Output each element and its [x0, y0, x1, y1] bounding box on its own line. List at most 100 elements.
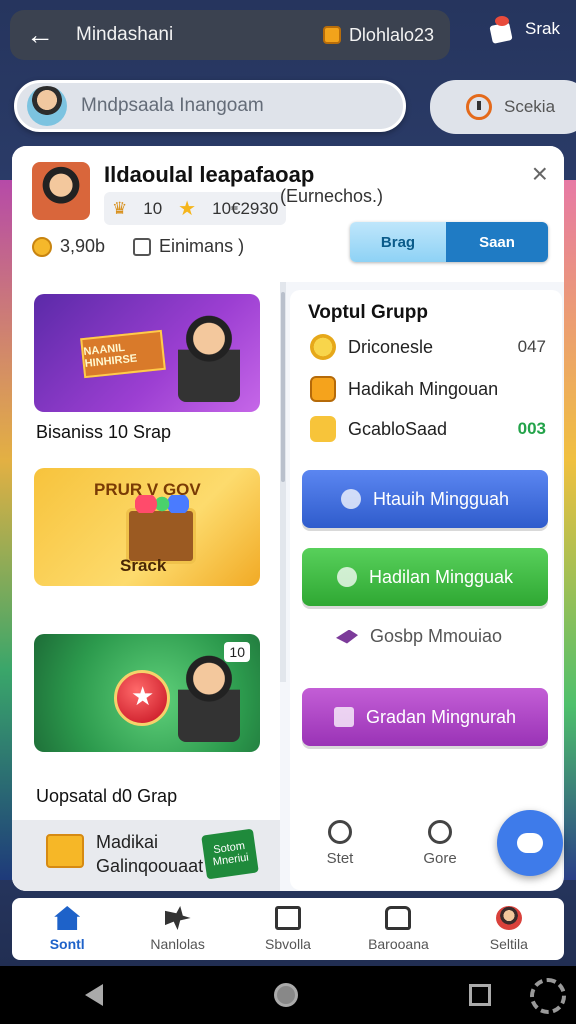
- nav-label: Seltila: [489, 936, 528, 952]
- chat-icon: [517, 833, 543, 853]
- lock-label: Einimans ): [159, 236, 245, 256]
- gift-shortcut[interactable]: Srak: [487, 14, 560, 44]
- nav-item-home[interactable]: Sontl: [12, 898, 122, 960]
- segmented-control[interactable]: Brag Saan: [350, 222, 548, 262]
- coin-balance[interactable]: Dlohlalo23: [322, 24, 434, 46]
- search-bar[interactable]: Mndpsaala Inangoam: [14, 80, 406, 132]
- game-icon: [164, 906, 191, 930]
- nav-label: Nanlolas: [150, 936, 205, 952]
- nav-label: Sontl: [49, 936, 85, 952]
- box-icon: [310, 376, 336, 402]
- purple-action-button[interactable]: Gradan Mingnurah: [302, 688, 548, 746]
- badge-score: 10€2930: [212, 198, 279, 218]
- group-item-value: 047: [517, 337, 546, 356]
- coins-value: 3,90b: [60, 236, 106, 256]
- badge-count: 10: [143, 198, 163, 218]
- panel-footer-label-1: Stet: [326, 850, 354, 867]
- home-icon: [54, 906, 81, 930]
- card-stats-badge: ♛ 10 ★ 10€2930: [104, 192, 287, 225]
- segment-option-b[interactable]: Saan: [446, 222, 548, 262]
- purple-action-label: Gradan Mingnurah: [365, 706, 517, 727]
- plane-icon: [336, 629, 358, 644]
- promo-banner: NAANIL HINHIRSE: [80, 329, 166, 379]
- timer-icon: [466, 94, 492, 120]
- user-avatar[interactable]: [27, 86, 67, 126]
- event-avatar: [32, 162, 90, 220]
- nav-label: Sbvolla: [265, 936, 311, 952]
- side-pill-label: Scekia: [504, 97, 556, 116]
- character-illustration: [178, 314, 240, 402]
- card-meta-row: 3,90b Einimans ): [32, 236, 244, 257]
- nav-label: Barooana: [368, 936, 429, 952]
- blue-action-button[interactable]: Htauih Mingguah: [302, 470, 548, 528]
- group-item[interactable]: Hadikah Mingouan: [310, 376, 546, 402]
- panel-footer-item-1[interactable]: Stet: [290, 820, 390, 867]
- nav-item-tickets[interactable]: Sbvolla: [233, 898, 343, 960]
- lock-icon: [133, 237, 152, 256]
- text-link-label: Gosbp Mmouiao: [370, 626, 503, 646]
- star-icon: ★: [178, 198, 197, 220]
- blue-action-label: Htauih Mingguah: [372, 488, 510, 509]
- ticket-icon: [333, 707, 354, 727]
- group-panel: Voptul Grupp Driconesle 047 Hadikah Ming…: [290, 290, 562, 890]
- event-card: Ildaoulal leapafaoap × ♛ 10 ★ 10€2930 (E…: [12, 146, 564, 891]
- mail-stamp: Sotom Mneriui: [201, 828, 259, 880]
- group-item-label: Hadikah Mingouan: [348, 378, 499, 399]
- group-item-label: GcabloSaad: [348, 418, 448, 439]
- group-item-label: Driconesle: [348, 336, 434, 357]
- coin-icon: [322, 26, 341, 44]
- character-illustration: [178, 654, 240, 742]
- promo-caption-3: Uopsatal d0 Grap: [36, 786, 178, 806]
- star-ball-icon: [114, 670, 170, 726]
- promo-card-3[interactable]: 10: [34, 634, 260, 752]
- mail-promo-line2: Galinqoouaat: [96, 856, 204, 876]
- settings-gear-icon[interactable]: [530, 978, 566, 1014]
- promo-caption-1: Bisaniss 10 Srap: [36, 422, 172, 442]
- shop-icon: [385, 906, 412, 930]
- group-item[interactable]: Driconesle 047: [310, 334, 546, 360]
- green-action-label: Hadilan Mingguak: [368, 566, 514, 587]
- group-item[interactable]: GcabloSaad 003: [310, 416, 546, 442]
- coin-icon: [32, 236, 52, 257]
- text-link[interactable]: Gosbp Mmouiao: [336, 626, 502, 647]
- segment-option-a[interactable]: Brag: [350, 222, 446, 262]
- back-arrow-icon[interactable]: ←: [26, 21, 54, 49]
- green-action-button[interactable]: Hadilan Mingguak: [302, 548, 548, 606]
- bell-icon: [336, 567, 357, 587]
- info-icon: [428, 820, 452, 844]
- search-input[interactable]: Mndpsaala Inangoam: [81, 95, 264, 117]
- panel-footer-item-2[interactable]: Gore: [390, 820, 490, 867]
- chat-fab-button[interactable]: [497, 810, 563, 876]
- coin-pouch-icon: [310, 416, 336, 442]
- system-home-icon[interactable]: [273, 983, 298, 1007]
- nav-item-games[interactable]: Nanlolas: [122, 898, 232, 960]
- gift-shortcut-label: Srak: [525, 19, 560, 38]
- trophy-icon: ♛: [112, 198, 128, 218]
- coin-icon: [340, 489, 361, 509]
- mail-promo[interactable]: Madikai Galinqoouaat Sotom Mneriui: [12, 820, 280, 891]
- system-back-icon[interactable]: [85, 984, 104, 1006]
- envelope-icon: [46, 834, 84, 868]
- person-icon: [328, 820, 352, 844]
- promo-card-2[interactable]: PRUR V GOV Srack: [34, 468, 260, 586]
- profile-icon: [495, 906, 522, 930]
- mail-promo-line1: Madikai: [96, 832, 159, 852]
- app-title: Mindashani: [76, 24, 174, 45]
- ticket-icon: [275, 906, 302, 930]
- card-title: Ildaoulal leapafaoap: [104, 162, 315, 187]
- promo-tag: 10: [224, 642, 250, 662]
- system-nav-bar: [0, 966, 576, 1024]
- panel-footer-label-2: Gore: [423, 850, 457, 867]
- nav-item-shop[interactable]: Barooana: [343, 898, 453, 960]
- coin-balance-value: Dlohlalo23: [348, 24, 434, 45]
- group-item-value: 003: [517, 419, 546, 438]
- promo-card-1[interactable]: NAANIL HINHIRSE: [34, 294, 260, 412]
- scrollbar[interactable]: [280, 282, 286, 682]
- nav-item-profile[interactable]: Seltila: [454, 898, 564, 960]
- close-icon[interactable]: ×: [532, 160, 548, 188]
- system-recents-icon[interactable]: [468, 984, 491, 1006]
- card-header: Ildaoulal leapafaoap × ♛ 10 ★ 10€2930 (E…: [12, 146, 564, 282]
- group-panel-heading: Voptul Grupp: [308, 302, 428, 323]
- side-pill-button[interactable]: Scekia: [430, 80, 576, 134]
- bottom-nav: Sontl Nanlolas Sbvolla Barooana Seltila: [12, 898, 564, 960]
